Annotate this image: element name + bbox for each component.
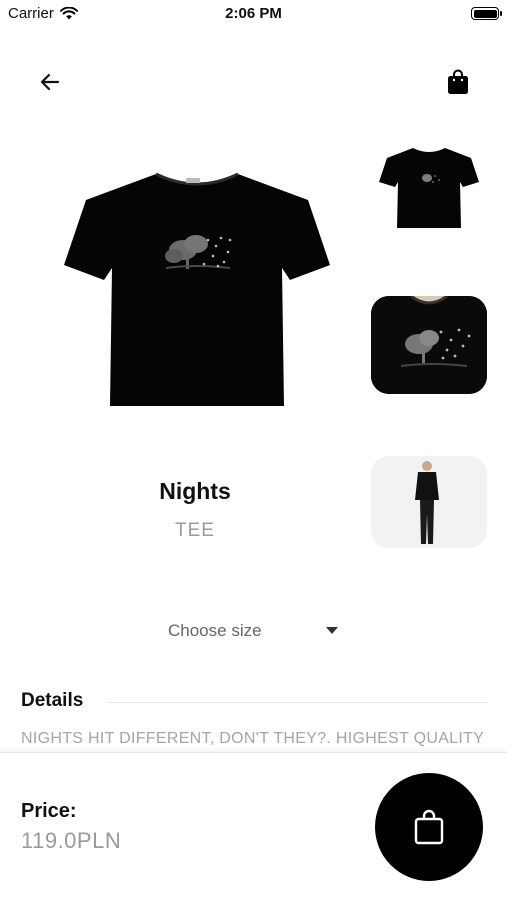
add-to-cart-button[interactable] [375,773,483,881]
size-dropdown-placeholder: Choose size [168,621,262,640]
details-divider [108,702,488,703]
cart-button[interactable] [443,66,473,98]
caret-down-icon [326,627,338,634]
details-heading: Details [21,690,84,711]
thumbnail-front-view[interactable] [371,140,487,236]
price-value: 119.0PLN [21,828,122,853]
battery-icon [471,7,502,20]
price-label: Price: [21,800,77,822]
product-name: Nights [159,478,231,504]
shopping-bag-icon [448,69,468,94]
shopping-bag-icon [414,809,444,845]
size-dropdown[interactable]: Choose size [168,619,338,643]
product-main-image [58,160,336,416]
thumbnail-model-full-body[interactable] [371,456,487,548]
details-text: NIGHTS HIT DIFFERENT, DON'T THEY?. HIGHE… [21,730,484,747]
status-bar-time: 2:06 PM [225,5,282,22]
arrow-left-icon [40,73,60,91]
back-button[interactable] [34,66,66,98]
thumbnail-print-closeup[interactable] [371,296,487,394]
product-type: TEE [175,520,215,541]
